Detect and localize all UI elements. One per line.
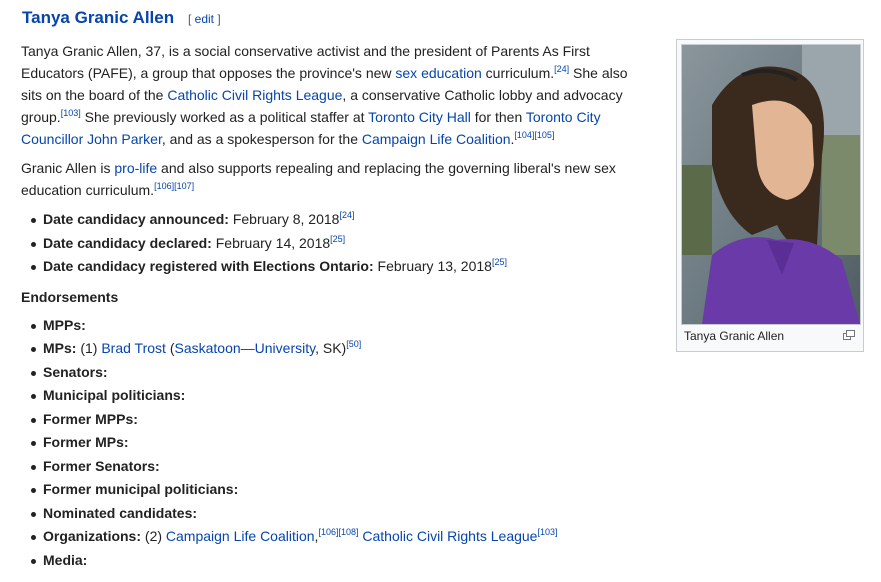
field-label: Former MPPs: [43, 410, 138, 427]
text-run: February 14, 2018 [211, 234, 331, 251]
section-title: Tanya Granic Allen [22, 8, 175, 27]
wiki-link[interactable]: Catholic Civil Rights League [167, 87, 342, 103]
text-run: (1) [76, 340, 102, 356]
portrait-illustration [682, 45, 860, 324]
field-label: Date candidacy registered with Elections… [43, 258, 374, 274]
text-run: (2) [141, 528, 166, 544]
field-label: MPs: [43, 340, 77, 356]
field-label: Municipal politicians: [43, 387, 186, 403]
reference-citation[interactable]: [25] [492, 257, 507, 267]
candidacy-dates-list: Date candidacy announced: February 8, 20… [21, 208, 646, 279]
endorsements-list: MPPs: MPs: (1) Brad Trost (Saskatoon—Univ… [21, 314, 646, 573]
reference-citation[interactable]: [103] [537, 527, 557, 537]
text-run: ( [165, 340, 175, 356]
list-item: MPs: (1) Brad Trost (Saskatoon—Universit… [31, 337, 646, 361]
wiki-link[interactable]: Toronto City Hall [368, 109, 471, 125]
field-label: Media: [43, 551, 88, 568]
list-item: Former MPs: [31, 431, 646, 455]
field-label: Date candidacy announced: [43, 211, 229, 227]
wiki-link[interactable]: sex education [395, 65, 481, 81]
field-label: Organizations: [43, 528, 142, 544]
thumbnail-box: Tanya Granic Allen [676, 39, 864, 352]
reference-citation[interactable]: [106][108] [318, 527, 358, 537]
reference-citation[interactable]: [106][107] [154, 181, 194, 191]
section-heading: Tanya Granic Allen [ edit ] [22, 8, 221, 32]
reference-citation[interactable]: [50] [346, 339, 361, 349]
reference-citation[interactable]: [24] [554, 64, 569, 74]
reference-citation[interactable]: [24] [339, 210, 354, 220]
field-label: Former Senators: [43, 457, 160, 474]
field-label: Senators: [43, 363, 108, 380]
list-item: Date candidacy registered with Elections… [31, 255, 646, 279]
edit-open-bracket: [ [188, 12, 195, 26]
list-item: Former MPPs: [31, 408, 646, 432]
text-run: , SK) [315, 340, 347, 356]
edit-close-bracket: ] [214, 12, 221, 26]
list-item: Media: [31, 549, 646, 573]
paragraph-bio: Tanya Granic Allen, 37, is a social cons… [21, 40, 646, 150]
reference-citation[interactable]: [103] [61, 108, 81, 118]
text-run: , and as a spokesperson for the [161, 131, 362, 147]
magnify-clip-icon[interactable] [843, 330, 855, 340]
text-run: for then [470, 109, 526, 125]
list-item: Municipal politicians: [31, 384, 646, 408]
edit-section: [ edit ] [188, 12, 221, 26]
article-content: Tanya Granic Allen, 37, is a social cons… [21, 40, 646, 572]
thumbnail-caption: Tanya Granic Allen [684, 329, 785, 343]
endorsements-heading: Endorsements [21, 288, 119, 305]
wiki-link[interactable]: Saskatoon—University [175, 340, 316, 356]
list-item: Senators: [31, 361, 646, 385]
wiki-link[interactable]: Campaign Life Coalition [166, 528, 315, 544]
field-label: Nominated candidates: [43, 504, 198, 521]
wiki-link[interactable]: Catholic Civil Rights League [362, 528, 537, 544]
text-run: Granic Allen is [21, 160, 115, 176]
wiki-link[interactable]: pro-life [114, 160, 157, 176]
wiki-link[interactable]: Campaign Life Coalition [362, 131, 511, 147]
field-label: MPPs: [43, 316, 86, 333]
list-item: Date candidacy declared: February 14, 20… [31, 232, 646, 256]
reference-citation[interactable]: [25] [330, 234, 345, 244]
wiki-link[interactable]: Brad Trost [101, 340, 166, 356]
list-item: Former municipal politicians: [31, 478, 646, 502]
text-run: February 8, 2018 [228, 211, 340, 227]
list-item: Nominated candidates: [31, 502, 646, 526]
list-item: Former Senators: [31, 455, 646, 479]
edit-link[interactable]: edit [195, 12, 214, 26]
list-item: Date candidacy announced: February 8, 20… [31, 208, 646, 232]
text-run: February 13, 2018 [373, 258, 492, 274]
field-label: Date candidacy declared: [43, 234, 212, 251]
portrait-image[interactable] [681, 44, 861, 325]
text-run: curriculum. [481, 65, 555, 81]
field-label: Former municipal politicians: [43, 481, 239, 497]
list-item: Organizations: (2) Campaign Life Coaliti… [31, 525, 646, 549]
paragraph-positions: Granic Allen is pro-life and also suppor… [21, 157, 646, 201]
field-label: Former MPs: [43, 434, 129, 450]
list-item: MPPs: [31, 314, 646, 338]
reference-citation[interactable]: [104][105] [514, 130, 554, 140]
text-run: She previously worked as a political sta… [80, 109, 369, 125]
